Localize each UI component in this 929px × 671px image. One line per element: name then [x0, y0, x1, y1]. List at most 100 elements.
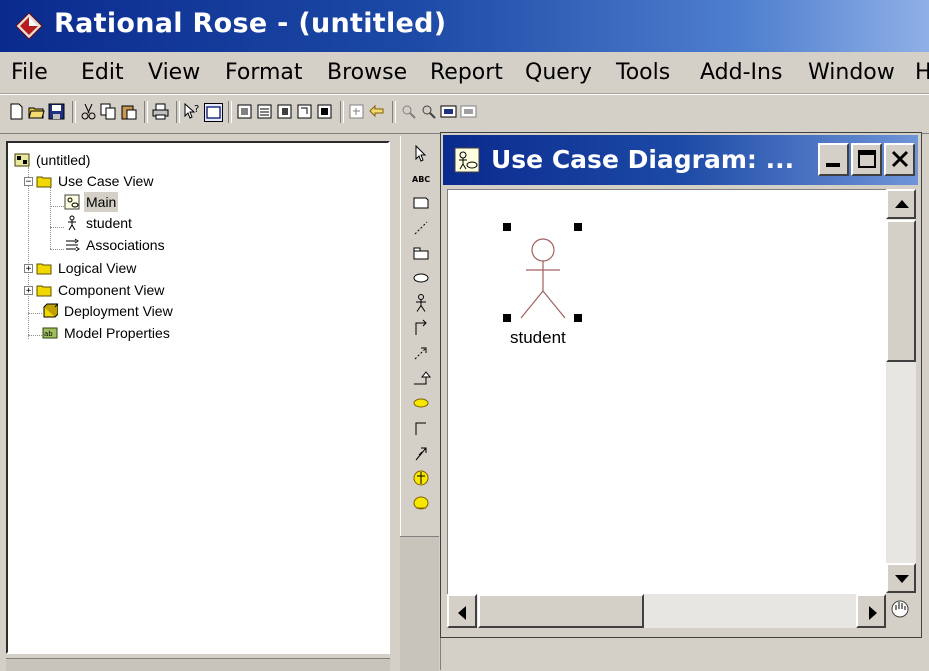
- browse-deployment-diagram-icon[interactable]: [296, 103, 313, 120]
- menu-report[interactable]: Report: [430, 60, 503, 85]
- deployment-view-icon: [43, 303, 58, 318]
- expand-component-view[interactable]: +: [24, 286, 33, 296]
- close-icon: [891, 150, 909, 168]
- copy-icon[interactable]: [100, 103, 117, 120]
- minimize-button[interactable]: [818, 143, 849, 176]
- note-icon[interactable]: [411, 193, 431, 213]
- horizontal-scrollbar[interactable]: [447, 594, 886, 628]
- dependency-icon[interactable]: [411, 343, 431, 363]
- scroll-right-button[interactable]: [856, 594, 886, 628]
- arrow-right-icon: [869, 606, 877, 620]
- arrow-left-icon: [458, 606, 466, 620]
- selection-handle[interactable]: [503, 314, 511, 322]
- vertical-scrollbar[interactable]: [886, 189, 916, 593]
- back-arrow-icon[interactable]: [368, 103, 385, 120]
- vertical-scroll-thumb[interactable]: [886, 220, 916, 362]
- undo-fit-icon[interactable]: [460, 103, 477, 120]
- zoom-in-icon[interactable]: [400, 103, 417, 120]
- actor-icon[interactable]: [411, 293, 431, 313]
- selection-handle[interactable]: [503, 223, 511, 231]
- use-case-diagram-icon: [454, 147, 480, 173]
- student-actor-figure[interactable]: [506, 226, 576, 326]
- browser-lower-splitter[interactable]: [6, 658, 390, 671]
- package-icon[interactable]: [411, 243, 431, 263]
- menu-help[interactable]: H: [915, 60, 929, 85]
- folder-icon: [36, 285, 52, 297]
- expand-logical-view[interactable]: +: [24, 264, 33, 274]
- pan-hand-icon[interactable]: [890, 598, 910, 620]
- close-button[interactable]: [884, 143, 915, 176]
- browse-interaction-diagram-icon[interactable]: [256, 103, 273, 120]
- anchor-note-icon[interactable]: [411, 218, 431, 238]
- minimize-icon: [826, 163, 840, 167]
- svg-text:ABC: ABC: [412, 175, 430, 184]
- folder-icon: [36, 176, 52, 188]
- collapse-use-case-view[interactable]: −: [24, 177, 33, 187]
- menu-query[interactable]: Query: [525, 60, 592, 85]
- model-properties-icon: ab: [42, 327, 58, 339]
- use-case-diagram-window[interactable]: Use Case Diagram: ... student: [440, 132, 922, 638]
- context-help-icon[interactable]: ?: [184, 103, 201, 120]
- menu-add-ins[interactable]: Add-Ins: [700, 60, 782, 85]
- standard-toolbar: ?: [0, 94, 929, 134]
- browse-component-diagram-icon[interactable]: [276, 103, 293, 120]
- menu-format[interactable]: Format: [225, 60, 303, 85]
- svg-text:?: ?: [194, 104, 199, 115]
- save-icon[interactable]: [48, 103, 65, 120]
- tree-label-root: (untitled): [36, 152, 91, 168]
- folder-icon: [36, 263, 52, 275]
- open-icon[interactable]: [28, 103, 45, 120]
- scroll-up-button[interactable]: [886, 189, 916, 219]
- rational-rose-logo-icon: [15, 12, 43, 40]
- tree-label-component-view: Component View: [58, 282, 165, 298]
- arrow-up-icon: [895, 200, 909, 208]
- unidirectional-association-icon[interactable]: [411, 318, 431, 338]
- tree-label-associations: Associations: [86, 237, 165, 253]
- selection-handle[interactable]: [574, 223, 582, 231]
- menu-browse[interactable]: Browse: [327, 60, 407, 85]
- toolbox-lower-area: [400, 536, 439, 671]
- menu-window[interactable]: Window: [808, 60, 895, 85]
- menu-view[interactable]: View: [148, 60, 200, 85]
- app-title-bar[interactable]: Rational Rose - (untitled): [0, 0, 929, 52]
- selection-handle[interactable]: [574, 314, 582, 322]
- scrollbar-corner: [886, 594, 916, 628]
- use-case-icon[interactable]: [411, 268, 431, 288]
- window-title: Rational Rose - (untitled): [54, 8, 447, 39]
- menu-edit[interactable]: Edit: [81, 60, 124, 85]
- text-box-icon[interactable]: ABC: [411, 168, 431, 188]
- yellow-use-case-icon[interactable]: [411, 393, 431, 413]
- scroll-left-button[interactable]: [447, 594, 477, 628]
- browse-parent-icon[interactable]: [316, 103, 333, 120]
- menu-file[interactable]: File: [11, 60, 48, 85]
- new-icon[interactable]: [8, 103, 25, 120]
- association-icon[interactable]: [411, 418, 431, 438]
- selection-tool-icon[interactable]: [411, 144, 431, 164]
- scroll-down-button[interactable]: [886, 563, 916, 593]
- diagram-window-title: Use Case Diagram: ...: [491, 145, 795, 174]
- print-icon[interactable]: [152, 103, 169, 120]
- tree-label-model-properties: Model Properties: [64, 325, 170, 341]
- model-browser[interactable]: (untitled) − Use Case View Main student …: [6, 141, 390, 654]
- menu-tools[interactable]: Tools: [616, 60, 670, 85]
- view-doc-icon[interactable]: [204, 103, 223, 122]
- associations-icon: [66, 238, 80, 252]
- business-actor-icon[interactable]: [411, 468, 431, 488]
- arrow-down-icon: [895, 575, 909, 583]
- horizontal-scroll-thumb[interactable]: [478, 594, 644, 628]
- diagram-canvas[interactable]: student: [447, 189, 886, 594]
- actor-label-student[interactable]: student: [510, 328, 566, 348]
- fit-in-window-icon[interactable]: [440, 103, 457, 120]
- paste-icon[interactable]: [120, 103, 137, 120]
- browse-previous-diagram-icon[interactable]: [348, 103, 365, 120]
- tree-label-deployment-view: Deployment View: [64, 303, 173, 319]
- cut-icon[interactable]: [80, 103, 97, 120]
- generalization-icon[interactable]: [411, 368, 431, 388]
- directed-association-icon[interactable]: [411, 443, 431, 463]
- browse-class-diagram-icon[interactable]: [236, 103, 253, 120]
- zoom-out-icon[interactable]: [420, 103, 437, 120]
- business-use-case-icon[interactable]: [411, 493, 431, 513]
- maximize-button[interactable]: [851, 143, 882, 176]
- tree-label-logical-view: Logical View: [58, 260, 137, 276]
- diagram-window-title-bar[interactable]: Use Case Diagram: ...: [443, 135, 918, 185]
